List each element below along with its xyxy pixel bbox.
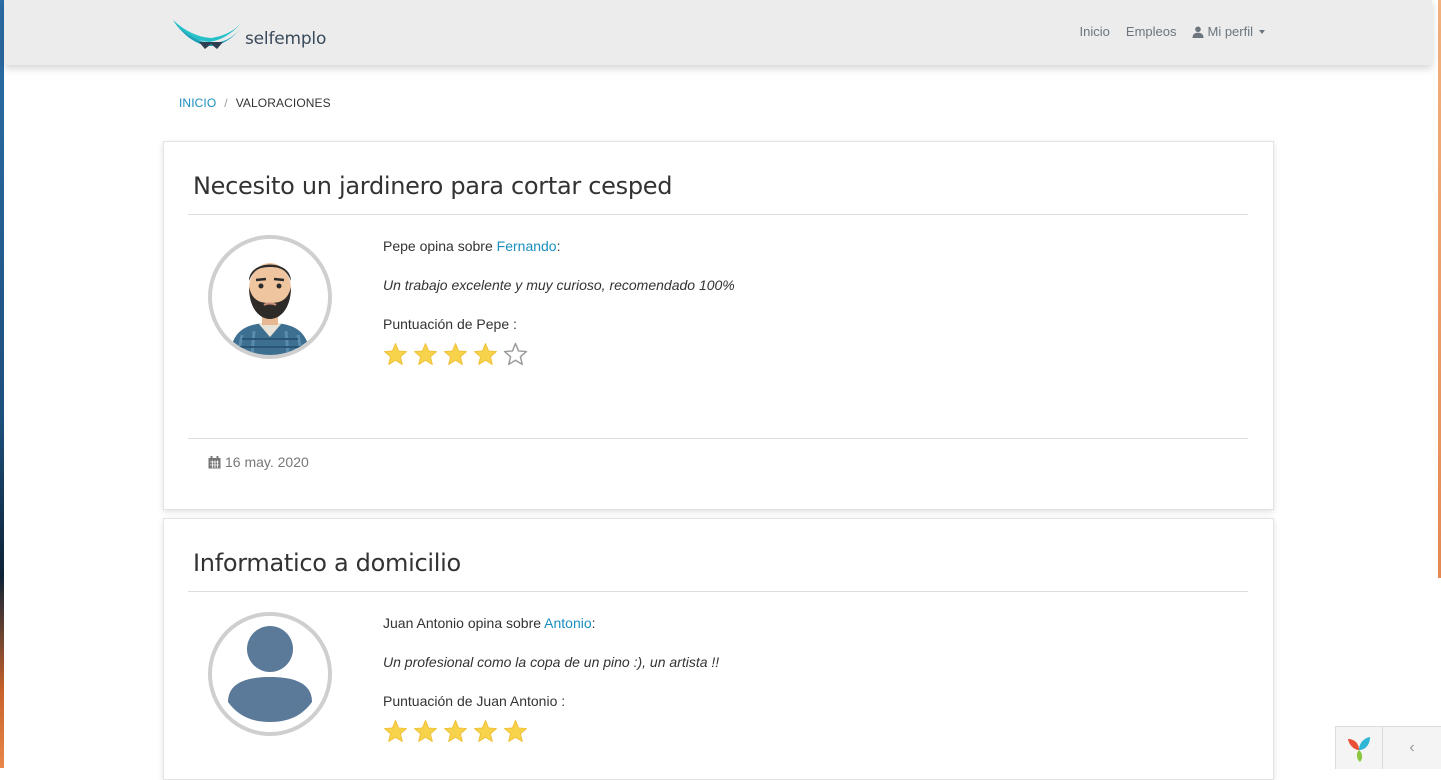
review-comment: Un profesional como la copa de un pino :… <box>383 654 720 670</box>
star-filled-icon <box>474 343 497 365</box>
user-icon <box>1192 26 1204 38</box>
star-filled-icon <box>444 343 467 365</box>
brand-logo[interactable]: selfemplo <box>171 12 326 52</box>
colon: : <box>556 238 561 254</box>
divider <box>188 591 1248 592</box>
star-rating <box>383 719 528 744</box>
job-title: Necesito un jardinero para cortar cesped <box>193 172 673 200</box>
main-nav: Inicio Empleos Mi perfil <box>1080 24 1265 39</box>
star-empty-icon <box>503 342 528 366</box>
star-filled-icon <box>474 720 497 742</box>
score-label: Puntuación de Juan Antonio : <box>383 693 566 709</box>
left-window-edge <box>0 0 4 768</box>
reviewer-name: Pepe <box>383 238 416 254</box>
star-filled-icon <box>384 343 407 365</box>
yii-logo-icon[interactable] <box>1336 727 1383 769</box>
brand-name: selfemplo <box>245 29 327 49</box>
score-label: Puntuación de Pepe : <box>383 316 517 332</box>
review-comment: Un trabajo excelente y muy curioso, reco… <box>383 277 735 293</box>
breadcrumb: INICIO / VALORACIONES <box>179 96 331 110</box>
debug-toolbar: ‹ <box>1335 726 1441 769</box>
nav-link-jobs[interactable]: Empleos <box>1126 24 1177 39</box>
divider <box>188 214 1248 215</box>
star-filled-icon <box>444 720 467 742</box>
opina-text: opina sobre <box>415 238 497 254</box>
opina-text: opina sobre <box>463 615 545 631</box>
review-header: Juan Antonio opina sobre Antonio: <box>383 615 596 631</box>
chevron-down-icon <box>1259 29 1265 34</box>
review-date: 16 may. 2020 <box>208 454 309 470</box>
default-user-avatar-icon <box>208 612 332 736</box>
breadcrumb-current: VALORACIONES <box>235 96 331 110</box>
star-filled-icon <box>414 720 437 742</box>
review-card: Informatico a domicilio Juan Antonio opi… <box>163 518 1274 780</box>
target-name-link[interactable]: Antonio <box>544 615 591 631</box>
top-navbar: selfemplo Inicio Empleos Mi perfil <box>4 0 1432 65</box>
target-name-link[interactable]: Fernando <box>497 238 557 254</box>
nav-link-home[interactable]: Inicio <box>1080 24 1110 39</box>
profile-label: Mi perfil <box>1207 24 1253 39</box>
star-filled-icon <box>414 343 437 365</box>
bearded-man-avatar-icon <box>208 235 332 359</box>
breadcrumb-separator: / <box>224 96 228 110</box>
bird-logo-icon <box>173 18 245 49</box>
star-filled-icon <box>384 720 407 742</box>
breadcrumb-home[interactable]: INICIO <box>179 96 216 110</box>
star-filled-icon <box>504 720 527 742</box>
debug-toolbar-toggle[interactable]: ‹ <box>1383 727 1441 769</box>
review-card: Necesito un jardinero para cortar cesped… <box>163 141 1274 510</box>
reviewer-name: Juan Antonio <box>383 615 464 631</box>
colon: : <box>591 615 596 631</box>
calendar-icon <box>208 455 221 468</box>
date-text: 16 may. 2020 <box>225 454 309 470</box>
job-title: Informatico a domicilio <box>193 549 461 577</box>
divider <box>188 438 1248 439</box>
review-header: Pepe opina sobre Fernando: <box>383 238 560 254</box>
star-rating <box>383 342 528 367</box>
profile-dropdown-toggle[interactable]: Mi perfil <box>1192 24 1265 39</box>
